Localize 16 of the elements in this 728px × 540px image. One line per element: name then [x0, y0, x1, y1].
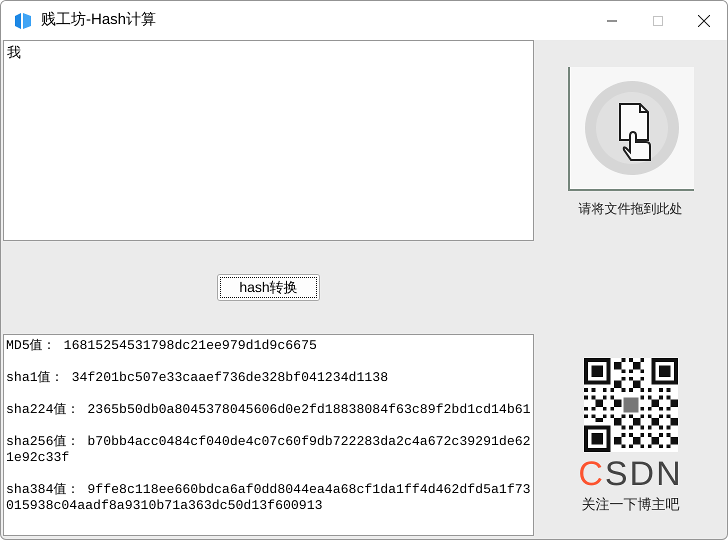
hash-result-text: sha1值： 34f201bc507e33caaef736de328bf041234d1138	[6, 370, 390, 386]
csdn-logo: CSDN	[578, 456, 683, 492]
hash-result-text: sha384值： 9ffe8c118ee660bdca6af0dd8044ea4a68cf1da1ff4d462dfd5a1f73015938c04aadf8a9310b71a363dc50d13f600913	[6, 482, 531, 514]
file-drop-zone[interactable]	[568, 67, 694, 191]
close-icon	[698, 14, 710, 26]
app-logo-icon	[13, 10, 33, 30]
hash-result-text: sha256值： b70bb4acc0484cf040de4c07c60f9db722283da2c4a672c39291de621e92c33f	[6, 434, 531, 466]
window-title: 贱工坊-Hash计算	[41, 10, 156, 30]
hash-result-text: sha224值： 2365b50db0a8045378045606d0e2fd18838084f63c89f2bd1cd14b61	[6, 402, 531, 418]
hash-convert-button[interactable]: hash转换	[217, 274, 320, 301]
follow-caption: 关注一下博主吧	[582, 494, 680, 514]
input-field[interactable]: 我	[3, 40, 534, 241]
file-drag-icon	[584, 80, 680, 176]
hash-result-text: MD5值： 16815254531798dc21ee979d1d9c6675	[6, 338, 318, 354]
maximize-icon	[653, 16, 663, 26]
drop-hint-text: 请将文件拖到此处	[578, 200, 682, 218]
